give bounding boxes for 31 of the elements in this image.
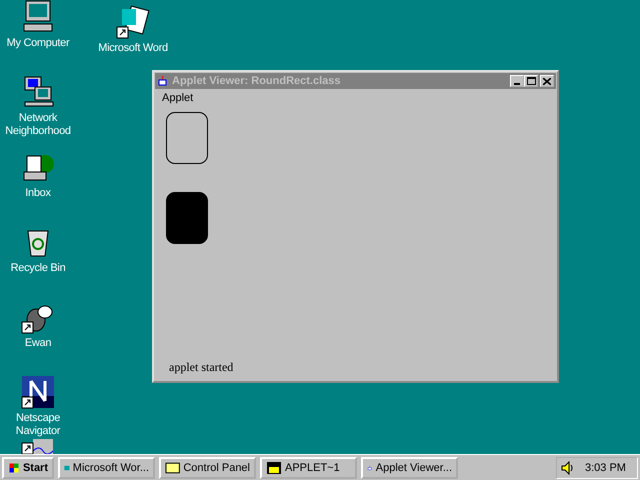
close-button[interactable] xyxy=(540,75,554,87)
taskbar-button[interactable]: Applet Viewer... xyxy=(361,456,458,478)
menu-item[interactable]: Applet xyxy=(162,92,194,104)
computer-icon[interactable] xyxy=(21,0,55,34)
close-icon xyxy=(543,78,551,84)
icon-label[interactable]: My Computer xyxy=(6,37,70,50)
document-icon[interactable] xyxy=(116,5,150,39)
folder-icon xyxy=(165,460,180,474)
speaker-icon[interactable] xyxy=(561,460,575,474)
status-text: applet started xyxy=(168,360,234,376)
filled-rounded-rectangle xyxy=(166,192,208,244)
window-title: Applet Viewer: RoundRect.class xyxy=(172,75,342,87)
maximize-button[interactable] xyxy=(524,75,538,87)
icon-label[interactable]: Netscape Navigator xyxy=(0,412,76,438)
icon-label[interactable]: Microsoft Word xyxy=(98,42,168,55)
icon-label[interactable]: Inbox xyxy=(25,187,51,200)
windows-logo-icon xyxy=(8,460,20,474)
taskbar-button[interactable]: Microsoft Wor... xyxy=(58,456,155,478)
rounded-rectangle xyxy=(166,112,208,164)
taskbar-button[interactable]: APPLET~1 xyxy=(260,456,357,478)
netscape-icon[interactable] xyxy=(21,375,55,409)
icon-label[interactable]: Recycle Bin xyxy=(10,262,66,275)
icon-label[interactable]: Ewan xyxy=(24,337,52,350)
maximize-icon xyxy=(526,77,536,85)
console-icon xyxy=(266,460,282,474)
start-button[interactable]: Start xyxy=(2,456,54,478)
icon-label[interactable]: Network Neighborhood xyxy=(0,112,76,138)
clock: 3:03 PM xyxy=(585,462,626,474)
minimize-button[interactable] xyxy=(510,75,524,87)
taskbar-button[interactable]: Control Panel xyxy=(159,456,256,478)
coffee-cup-icon xyxy=(157,75,169,87)
